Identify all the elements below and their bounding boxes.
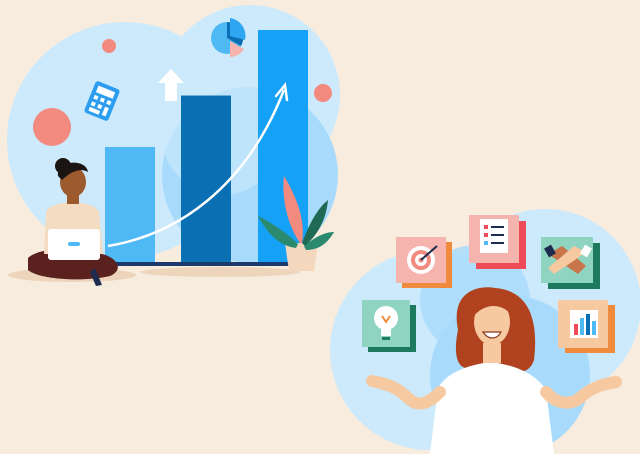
lightbulb-card [362, 300, 416, 352]
bar-chart-card [558, 300, 615, 353]
chart-bar-2 [181, 95, 231, 265]
coral-dot-right [314, 84, 332, 102]
person-hair-bun [55, 158, 71, 174]
checklist-icon [480, 219, 508, 253]
chart-baseline [100, 262, 312, 266]
illustration-scene [7, 5, 640, 454]
coral-dot-small [102, 39, 116, 53]
floor-shadow-bars [140, 267, 300, 277]
target-card [396, 237, 452, 288]
checklist-card [469, 215, 526, 269]
laptop-icon [48, 229, 100, 260]
woman-neck [483, 343, 501, 363]
bar-chart-icon [570, 310, 598, 338]
handshake-card [541, 237, 600, 289]
coral-dot-large [33, 108, 71, 146]
